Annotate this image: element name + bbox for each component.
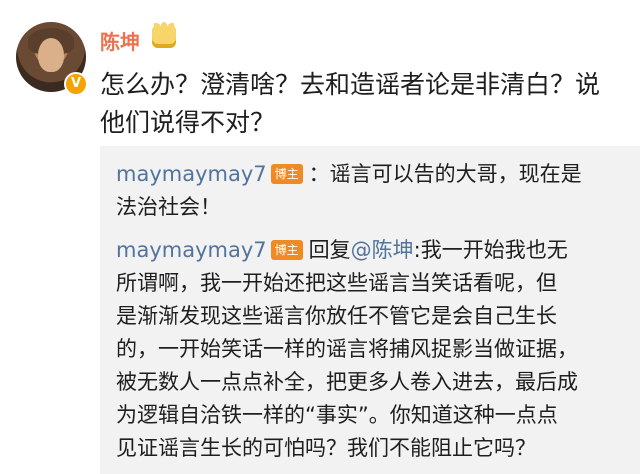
crown-icon xyxy=(152,20,176,48)
post-text-line: 他们说得不对？ xyxy=(100,108,276,137)
comment-2: maymaymay7 博主 回复@陈坤:我一开始我也无 xyxy=(116,234,568,267)
comment-2-line: 为逻辑自洽铁一样的“事实”。你知道这种一点点 xyxy=(116,403,558,427)
comment-2-line: 所谓啊，我一开始还把这些谣言当笑话看呢，但 xyxy=(116,271,557,295)
comment-2-line: 的，一开始笑话一样的谣言将捕风捉影当做证据， xyxy=(116,337,578,361)
mention-link[interactable]: @陈坤 xyxy=(351,238,414,262)
comment-text: :我一开始我也无 xyxy=(413,238,568,262)
blogger-tag: 博主 xyxy=(270,240,303,260)
comment-1: maymaymay7 博主 ：谣言可以告的大哥，现在是 xyxy=(116,158,582,191)
verified-badge-icon: V xyxy=(64,72,88,96)
comment-text: ：谣言可以告的大哥，现在是 xyxy=(308,162,582,186)
post-text-line: 怎么办？澄清啥？去和造谣者论是非清白？说 xyxy=(100,70,601,99)
avatar-face xyxy=(38,38,64,72)
comment-2-line: 被无数人一点点补全，把更多人卷入进去，最后成 xyxy=(116,370,578,394)
comment-2-line: 见证谣言生长的可怕吗？我们不能阻止它吗？ xyxy=(116,436,536,460)
comment-author[interactable]: maymaymay7 xyxy=(116,162,267,186)
author-name[interactable]: 陈坤 xyxy=(100,26,140,55)
blogger-tag: 博主 xyxy=(270,164,303,184)
reply-prefix: 回复 xyxy=(308,238,351,262)
post-text: 怎么办？澄清啥？去和造谣者论是非清白？说 他们说得不对？ xyxy=(100,66,620,142)
comment-author[interactable]: maymaymay7 xyxy=(116,238,267,262)
comment-1-cont: 法治社会！ xyxy=(116,195,221,219)
comment-2-line: 是渐渐发现这些谣言你放任不管它是会自己生长 xyxy=(116,304,557,328)
quoted-comments: maymaymay7 博主 ：谣言可以告的大哥，现在是 法治社会！ maymayma… xyxy=(100,146,640,474)
